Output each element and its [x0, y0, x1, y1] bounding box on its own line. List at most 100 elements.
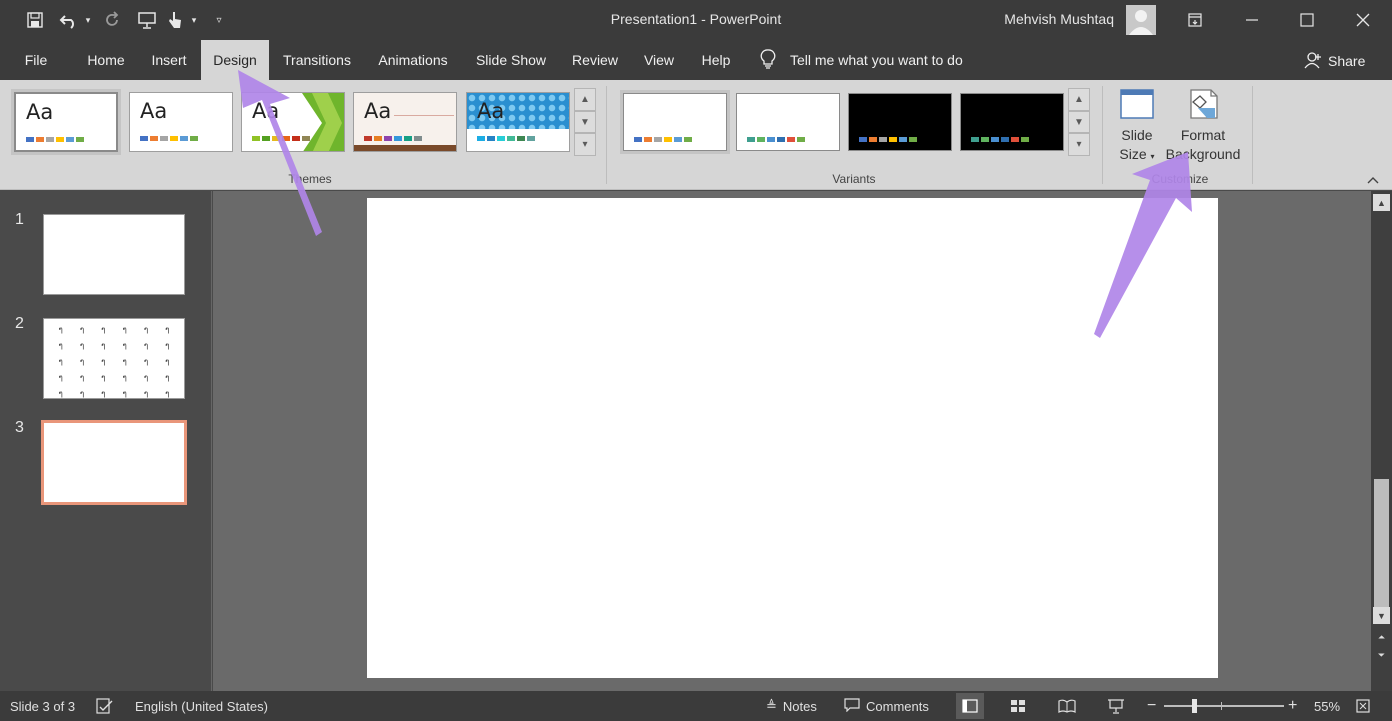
theme-facet[interactable]: Aa [241, 92, 345, 152]
theme-aa-label: Aa [364, 99, 392, 123]
pattern-glyph: ๆ [58, 373, 63, 382]
themes-group-label: Themes [288, 172, 332, 186]
color-swatch [644, 137, 652, 142]
maximize-icon[interactable] [1281, 0, 1333, 40]
slide-show-icon[interactable] [1107, 691, 1125, 721]
notes-button[interactable]: ≜ Notes [766, 691, 817, 721]
tab-slide-show[interactable]: Slide Show [466, 40, 556, 80]
variants-gallery-scroll[interactable]: ▲ ▼ ▾ [1068, 88, 1090, 157]
zoom-in-icon[interactable]: + [1288, 691, 1297, 721]
tab-file[interactable]: File [12, 40, 60, 80]
variant-3[interactable] [848, 93, 952, 151]
color-swatch [76, 137, 84, 142]
color-swatch [797, 137, 805, 142]
zoom-out-icon[interactable]: − [1147, 691, 1156, 721]
pattern-glyph: ๆ [122, 373, 127, 382]
close-icon[interactable] [1337, 0, 1389, 40]
color-swatch [180, 136, 188, 141]
comments-button[interactable]: Comments [844, 691, 929, 721]
pattern-glyph: ๆ [101, 389, 106, 398]
pattern-glyph: ๆ [101, 341, 106, 350]
previous-slide-icon[interactable]: ⏶ [1373, 629, 1390, 646]
slide-info[interactable]: Slide 3 of 3 [10, 691, 75, 721]
scroll-up-icon[interactable]: ▲ [1068, 88, 1090, 111]
scroll-up-arrow-icon[interactable]: ▲ [1373, 194, 1390, 211]
scroll-up-icon[interactable]: ▲ [574, 88, 596, 111]
tell-me-search[interactable]: Tell me what you want to do [760, 40, 963, 80]
color-swatch [747, 137, 755, 142]
current-slide-canvas[interactable] [367, 198, 1218, 678]
theme-ion[interactable]: Aa [466, 92, 570, 152]
tab-design[interactable]: Design [201, 40, 269, 80]
pattern-glyph: ๆ [122, 341, 127, 350]
theme-office-selected[interactable]: Aa [11, 89, 121, 155]
variant-1[interactable] [620, 90, 730, 154]
pattern-glyph: ๆ [143, 341, 149, 350]
vertical-scrollbar[interactable]: ▲ ▼ ⏶ ⏷ [1371, 191, 1392, 691]
themes-gallery-scroll[interactable]: ▲ ▼ ▾ [574, 88, 596, 157]
pattern-glyph: ๆ [79, 357, 85, 366]
theme-office[interactable]: Aa [129, 92, 233, 152]
tab-view[interactable]: View [634, 40, 684, 80]
color-swatch [971, 137, 979, 142]
next-slide-icon[interactable]: ⏷ [1373, 647, 1390, 664]
color-swatch [757, 137, 765, 142]
color-swatch [1001, 137, 1009, 142]
color-swatch [991, 137, 999, 142]
normal-view-icon[interactable] [956, 693, 984, 719]
color-swatch [899, 137, 907, 142]
scroll-down-icon[interactable]: ▼ [1068, 110, 1090, 134]
zoom-level[interactable]: 55% [1314, 691, 1340, 721]
pattern-glyph: ๆ [143, 389, 149, 398]
tab-animations[interactable]: Animations [366, 40, 460, 80]
reading-view-icon[interactable] [1058, 691, 1076, 721]
color-swatch [190, 136, 198, 141]
slide-size-label-1: Slide [1121, 127, 1153, 143]
more-icon[interactable]: ▾ [1068, 133, 1090, 157]
more-icon[interactable]: ▾ [574, 133, 596, 157]
fit-to-window-icon[interactable] [1356, 691, 1370, 721]
variant-4[interactable] [960, 93, 1064, 151]
format-background-label-2: Background [1165, 146, 1241, 162]
scroll-down-arrow-icon[interactable]: ▼ [1373, 607, 1390, 624]
accessibility-icon[interactable] [96, 691, 114, 721]
tab-transitions[interactable]: Transitions [274, 40, 360, 80]
slide-sorter-icon[interactable] [1010, 691, 1026, 721]
format-background-button[interactable]: Format Background [1162, 88, 1244, 164]
comments-label: Comments [866, 698, 929, 714]
pattern-glyph: ๆ [165, 389, 170, 398]
pattern-glyph: ๆ [79, 373, 85, 382]
tab-insert[interactable]: Insert [142, 40, 196, 80]
minimize-icon[interactable] [1226, 0, 1278, 40]
theme-aa-label: Aa [26, 100, 54, 124]
ribbon-tabs: File Home Insert Design Transitions Anim… [0, 40, 1392, 80]
user-name[interactable]: Mehvish Mushtaq [1004, 11, 1114, 27]
ribbon-display-options-icon[interactable] [1169, 0, 1221, 40]
notes-icon: ≜ [766, 698, 777, 713]
variant-2[interactable] [736, 93, 840, 151]
language-indicator[interactable]: English (United States) [135, 691, 268, 721]
color-swatch [170, 136, 178, 141]
theme-integral[interactable]: Aa [353, 92, 457, 152]
color-swatch [56, 137, 64, 142]
slide-thumbnail-2[interactable]: ๆๆๆๆๆๆๆๆๆๆๆๆๆๆๆๆๆๆๆๆๆๆๆๆๆๆๆๆๆๆๆๆๆๆๆๆ [43, 318, 185, 399]
tell-me-label: Tell me what you want to do [790, 52, 963, 68]
tab-help[interactable]: Help [692, 40, 740, 80]
slide-editing-area [213, 191, 1371, 691]
theme-aa-label: Aa [140, 99, 168, 123]
zoom-slider[interactable] [1164, 691, 1284, 721]
collapse-ribbon-icon[interactable] [1366, 174, 1382, 188]
scrollbar-thumb[interactable] [1374, 479, 1389, 619]
slide-size-button[interactable]: Slide Size ▾ [1112, 88, 1162, 166]
zoom-slider-thumb[interactable] [1192, 699, 1197, 713]
person-icon [1304, 51, 1322, 72]
color-swatch [664, 137, 672, 142]
slide-thumbnail-3[interactable] [41, 420, 187, 505]
share-button[interactable]: Share [1304, 48, 1365, 74]
slide-thumbnail-1[interactable] [43, 214, 185, 295]
tab-home[interactable]: Home [74, 40, 138, 80]
avatar[interactable] [1126, 5, 1156, 35]
color-swatch [527, 136, 535, 141]
tab-review[interactable]: Review [562, 40, 628, 80]
scroll-down-icon[interactable]: ▼ [574, 110, 596, 134]
